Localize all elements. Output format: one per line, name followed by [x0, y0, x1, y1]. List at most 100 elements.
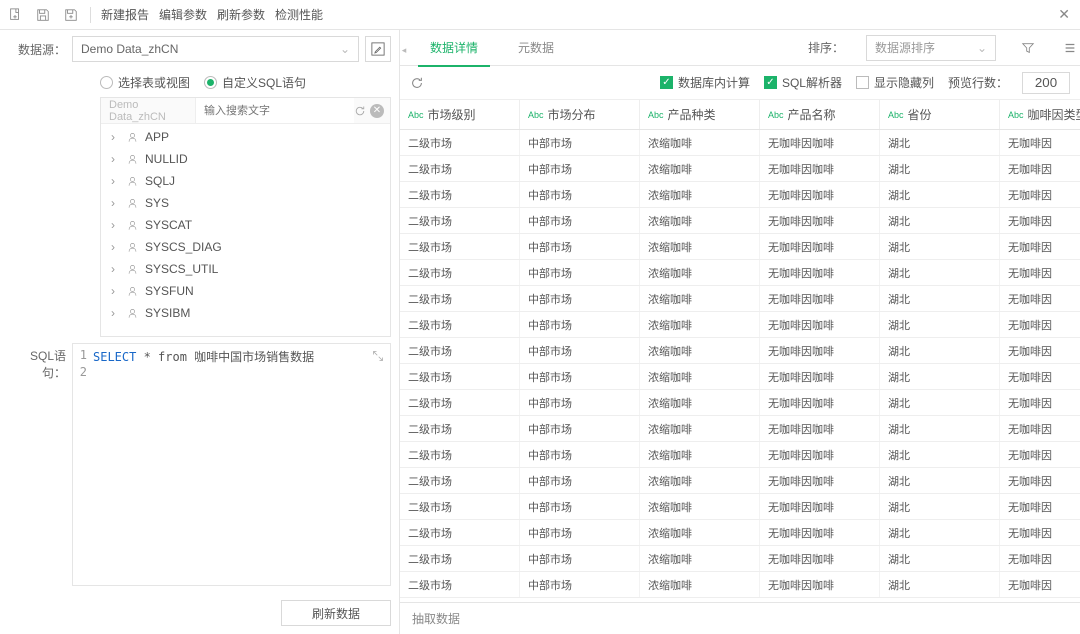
table-row[interactable]: 二级市场中部市场浓缩咖啡无咖啡因咖啡湖北无咖啡因	[400, 156, 1080, 182]
tree-item[interactable]: ›SYSCS_DIAG	[101, 236, 390, 258]
edit-datasource-button[interactable]	[365, 36, 391, 62]
tree-item[interactable]: ›SYSIBM	[101, 302, 390, 324]
mode-table-view[interactable]: 选择表或视图	[100, 74, 190, 91]
schema-icon	[127, 154, 139, 165]
table-cell: 无咖啡因	[1000, 182, 1080, 207]
table-row[interactable]: 二级市场中部市场浓缩咖啡无咖啡因咖啡湖北无咖啡因	[400, 468, 1080, 494]
tree-item-label: SQLJ	[145, 174, 175, 188]
option-sql-parser[interactable]: ✓ SQL解析器	[764, 74, 842, 91]
column-header[interactable]: Abc咖啡因类型	[1000, 100, 1080, 129]
table-cell: 中部市场	[520, 364, 640, 389]
table-row[interactable]: 二级市场中部市场浓缩咖啡无咖啡因咖啡湖北无咖啡因	[400, 338, 1080, 364]
table-cell: 无咖啡因咖啡	[760, 286, 880, 311]
table-cell: 无咖啡因	[1000, 312, 1080, 337]
expand-icon[interactable]	[372, 350, 384, 362]
table-cell: 浓缩咖啡	[640, 260, 760, 285]
tree-item[interactable]: ›APP	[101, 126, 390, 148]
table-cell: 浓缩咖啡	[640, 364, 760, 389]
tree-item-label: SYSCAT	[145, 218, 192, 232]
extract-data-link[interactable]: 抽取数据	[412, 610, 460, 627]
tab-metadata[interactable]: 元数据	[506, 30, 566, 66]
tree-item-label: SYS	[145, 196, 169, 210]
tree-item[interactable]: ›SYSCS_UTIL	[101, 258, 390, 280]
column-header[interactable]: Abc产品名称	[760, 100, 880, 129]
mode-custom-sql[interactable]: 自定义SQL语句	[204, 74, 306, 91]
new-report-link[interactable]: 新建报告	[101, 6, 149, 23]
checkbox-off-icon	[856, 76, 869, 89]
tree-item-label: APP	[145, 130, 169, 144]
save-as-icon[interactable]	[62, 6, 80, 24]
sql-label: SQL语句：	[8, 343, 66, 586]
column-header[interactable]: Abc产品种类	[640, 100, 760, 129]
tab-data-detail[interactable]: 数据详情	[418, 30, 490, 66]
chevron-right-icon: ›	[111, 262, 121, 276]
tree-item[interactable]: ›SYSFUN	[101, 280, 390, 302]
table-cell: 二级市场	[400, 208, 520, 233]
tree-item[interactable]: › SYS	[101, 192, 390, 214]
table-cell: 湖北	[880, 364, 1000, 389]
table-row[interactable]: 二级市场中部市场浓缩咖啡无咖啡因咖啡湖北无咖啡因	[400, 390, 1080, 416]
table-cell: 无咖啡因咖啡	[760, 130, 880, 155]
table-row[interactable]: 二级市场中部市场浓缩咖啡无咖啡因咖啡湖北无咖啡因	[400, 364, 1080, 390]
table-row[interactable]: 二级市场中部市场浓缩咖啡无咖啡因咖啡湖北无咖啡因	[400, 416, 1080, 442]
column-label: 市场分布	[548, 106, 596, 123]
preview-rows-input[interactable]	[1022, 72, 1070, 94]
sort-select[interactable]: 数据源排序 ⌄	[866, 35, 996, 61]
table-row[interactable]: 二级市场中部市场浓缩咖啡无咖啡因咖啡湖北无咖啡因	[400, 182, 1080, 208]
resize-handle-icon[interactable]: ◂	[400, 30, 408, 70]
separator	[90, 7, 91, 23]
sql-editor[interactable]: 1SELECT * from 咖啡中国市场销售数据 2	[72, 343, 391, 586]
table-row[interactable]: 二级市场中部市场浓缩咖啡无咖啡因咖啡湖北无咖啡因	[400, 572, 1080, 598]
table-cell: 湖北	[880, 572, 1000, 597]
reload-icon[interactable]	[410, 76, 424, 90]
data-table-container[interactable]: Abc市场级别Abc市场分布Abc产品种类Abc产品名称Abc省份Abc咖啡因类…	[400, 100, 1080, 602]
table-cell: 浓缩咖啡	[640, 468, 760, 493]
table-cell: 无咖啡因	[1000, 520, 1080, 545]
table-cell: 无咖啡因	[1000, 260, 1080, 285]
column-header[interactable]: Abc省份	[880, 100, 1000, 129]
filter-icon[interactable]	[1018, 38, 1038, 58]
list-icon[interactable]	[1060, 38, 1080, 58]
table-cell: 二级市场	[400, 520, 520, 545]
option-db-calc[interactable]: ✓ 数据库内计算	[660, 74, 750, 91]
table-cell: 无咖啡因咖啡	[760, 182, 880, 207]
table-row[interactable]: 二级市场中部市场浓缩咖啡无咖啡因咖啡湖北无咖啡因	[400, 520, 1080, 546]
table-row[interactable]: 二级市场中部市场浓缩咖啡无咖啡因咖啡湖北无咖啡因	[400, 130, 1080, 156]
table-row[interactable]: 二级市场中部市场浓缩咖啡无咖啡因咖啡湖北无咖啡因	[400, 286, 1080, 312]
refresh-data-button[interactable]: 刷新数据	[281, 600, 391, 626]
detect-perf-link[interactable]: 检测性能	[275, 6, 323, 23]
table-row[interactable]: 二级市场中部市场浓缩咖啡无咖啡因咖啡湖北无咖啡因	[400, 312, 1080, 338]
tree-search-input[interactable]	[196, 98, 354, 123]
table-cell: 二级市场	[400, 442, 520, 467]
refresh-tree-icon[interactable]	[354, 105, 366, 117]
option-show-hidden[interactable]: 显示隐藏列	[856, 74, 934, 91]
table-row[interactable]: 二级市场中部市场浓缩咖啡无咖啡因咖啡湖北无咖啡因	[400, 234, 1080, 260]
table-cell: 无咖啡因咖啡	[760, 364, 880, 389]
tree-item[interactable]: ›SYSCAT	[101, 214, 390, 236]
table-row[interactable]: 二级市场中部市场浓缩咖啡无咖啡因咖啡湖北无咖啡因	[400, 442, 1080, 468]
new-doc-icon[interactable]	[6, 6, 24, 24]
refresh-params-link[interactable]: 刷新参数	[217, 6, 265, 23]
tree-item[interactable]: ›NULLID	[101, 148, 390, 170]
datasource-select[interactable]: Demo Data_zhCN ⌄	[72, 36, 359, 62]
edit-params-link[interactable]: 编辑参数	[159, 6, 207, 23]
tree-item[interactable]: ›SQLJ	[101, 170, 390, 192]
table-row[interactable]: 二级市场中部市场浓缩咖啡无咖啡因咖啡湖北无咖啡因	[400, 494, 1080, 520]
table-row[interactable]: 二级市场中部市场浓缩咖啡无咖啡因咖啡湖北无咖啡因	[400, 546, 1080, 572]
column-header[interactable]: Abc市场级别	[400, 100, 520, 129]
column-header[interactable]: Abc市场分布	[520, 100, 640, 129]
table-row[interactable]: 二级市场中部市场浓缩咖啡无咖啡因咖啡湖北无咖啡因	[400, 208, 1080, 234]
table-cell: 无咖啡因咖啡	[760, 156, 880, 181]
table-cell: 湖北	[880, 416, 1000, 441]
right-panel: ◂ 数据详情 元数据 排序： 数据源排序 ⌄ ✓ 数据库内计算 ✓ SQL解析器	[400, 30, 1080, 634]
table-cell: 湖北	[880, 260, 1000, 285]
column-label: 省份	[908, 106, 932, 123]
table-cell: 无咖啡因	[1000, 364, 1080, 389]
close-icon[interactable]: ✕	[1054, 6, 1074, 23]
chevron-right-icon: ›	[111, 196, 121, 210]
clear-search-icon[interactable]: ✕	[370, 104, 384, 118]
save-icon[interactable]	[34, 6, 52, 24]
table-row[interactable]: 二级市场中部市场浓缩咖啡无咖啡因咖啡湖北无咖啡因	[400, 260, 1080, 286]
table-cell: 无咖啡因咖啡	[760, 468, 880, 493]
sort-value: 数据源排序	[875, 39, 935, 56]
